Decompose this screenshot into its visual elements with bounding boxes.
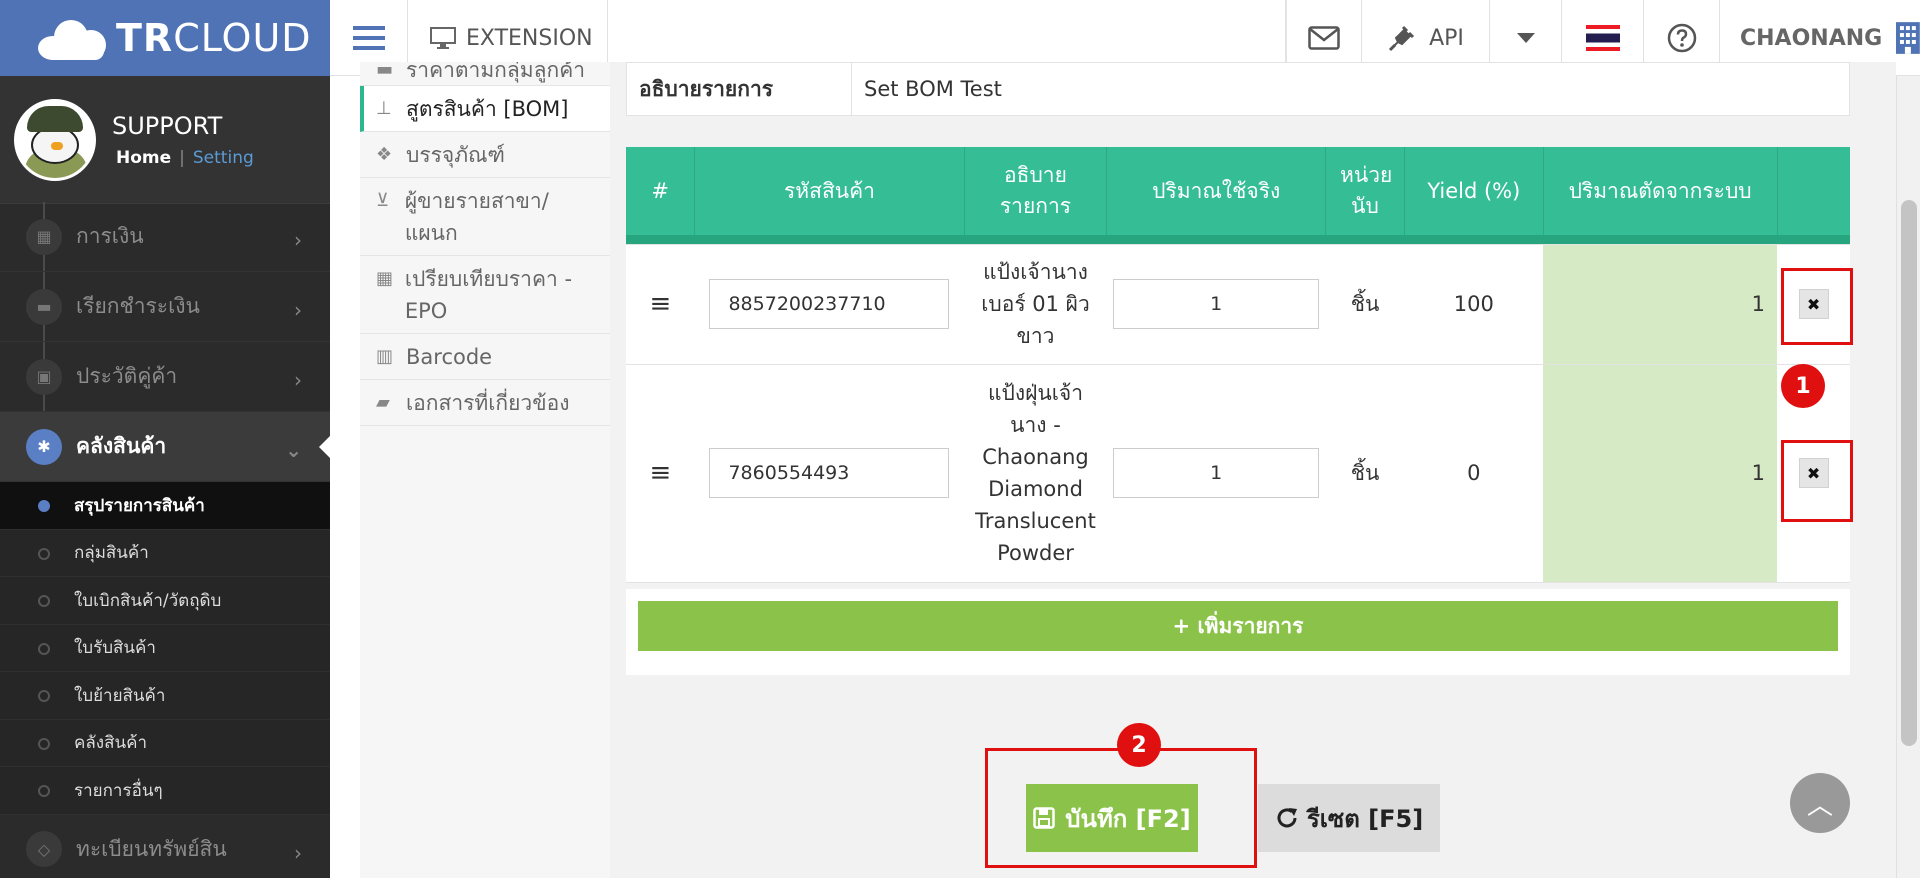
- question-circle-icon: [1667, 23, 1696, 53]
- yield-cell: 0: [1404, 364, 1544, 583]
- sidebar-subitem[interactable]: ใบย้ายสินค้า: [0, 672, 330, 720]
- setting-link[interactable]: Setting: [193, 148, 254, 168]
- subnav-item-barcode[interactable]: ▥ Barcode: [360, 334, 610, 380]
- sidebar-subitem[interactable]: ใบเบิกสินค้า/วัตถุดิบ: [0, 577, 330, 625]
- monitor-icon: [430, 27, 456, 49]
- table-row: ≡ แป้งฝุ่นเจ้านาง - Chaonang Diamond Tra…: [626, 364, 1850, 583]
- building-icon: [1896, 22, 1920, 54]
- dropbox-icon: ❖: [376, 144, 393, 165]
- sidebar-item-billing[interactable]: ▬ เรียกชำระเงิน ›: [0, 272, 330, 342]
- description-label: อธิบายรายการ: [627, 63, 852, 115]
- column-header: ปริมาณใช้จริง: [1106, 147, 1327, 235]
- diamond-icon: ◇: [26, 831, 62, 867]
- sidebar-subitem[interactable]: รายการอื่นๆ: [0, 767, 330, 815]
- credit-card-icon: ▬: [26, 288, 62, 325]
- drag-handle-icon[interactable]: ≡: [650, 458, 672, 488]
- sidebar-subitem[interactable]: สรุปรายการสินค้า: [0, 482, 330, 530]
- system-cut-cell: 1: [1543, 364, 1778, 583]
- chevron-right-icon: ›: [294, 228, 302, 252]
- system-cut-cell: 1: [1543, 244, 1778, 365]
- sidebar-item-finance[interactable]: ▦ การเงิน ›: [0, 202, 330, 272]
- description-value: Set BOM Test: [864, 77, 1002, 101]
- brand-logo[interactable]: TRCLOUD: [0, 0, 330, 76]
- sidebar-subitem[interactable]: ใบรับสินค้า: [0, 624, 330, 672]
- refresh-icon: [1277, 808, 1297, 828]
- caret-down-icon: [1516, 33, 1535, 43]
- sidebar-subitem[interactable]: คลังสินค้า: [0, 719, 330, 767]
- folder-icon: ▰: [376, 392, 390, 413]
- sidebar-item-partners[interactable]: ▣ ประวัติคู่ค้า ›: [0, 342, 330, 412]
- annotation-box-delete-2: [1781, 440, 1853, 522]
- home-link[interactable]: Home: [116, 148, 171, 168]
- calendar-icon: ▦: [26, 218, 62, 255]
- unit-cell: ชิ้น: [1325, 364, 1405, 583]
- chevron-up-icon: ︿: [1806, 790, 1833, 821]
- sidebar: TRCLOUD SUPPORT Home | Setting ▦ การเงิน ›…: [0, 0, 330, 878]
- column-header: หน่วยนับ: [1325, 147, 1405, 235]
- contact-book-icon: ▣: [26, 358, 62, 395]
- add-row-area: + เพิ่มรายการ: [626, 589, 1850, 675]
- chevron-right-icon: ›: [294, 368, 302, 392]
- reset-button[interactable]: รีเซต [F5]: [1258, 784, 1440, 852]
- actual-quantity-input[interactable]: [1113, 279, 1320, 329]
- column-header: รหัสสินค้า: [694, 147, 965, 235]
- add-item-button[interactable]: + เพิ่มรายการ: [638, 601, 1838, 651]
- column-header-actions: [1777, 147, 1850, 235]
- column-header: ปริมาณตัดจากระบบ: [1543, 147, 1778, 235]
- subnav-item-price-compare[interactable]: ▦ เปรียบเทียบราคา - EPO: [360, 256, 610, 334]
- cart-icon: ⊻: [376, 190, 390, 211]
- envelope-icon: [1308, 26, 1340, 50]
- item-description: แป้งฝุ่นเจ้านาง - Chaonang Diamond Trans…: [964, 364, 1107, 583]
- table-row: ≡ แป้งเจ้านาง เบอร์ 01 ผิวขาว ชิ้น 100 1…: [626, 244, 1850, 365]
- plug-icon: [1389, 25, 1415, 52]
- user-role: SUPPORT: [112, 111, 223, 140]
- product-code-input[interactable]: [709, 279, 950, 329]
- drag-handle-icon[interactable]: ≡: [650, 289, 672, 319]
- subnav-item-documents[interactable]: ▰ เอกสารที่เกี่ยวข้อง: [360, 380, 610, 426]
- barcode-icon: ▥: [376, 346, 394, 367]
- column-header: Yield (%): [1404, 147, 1544, 235]
- avatar[interactable]: [14, 98, 96, 181]
- product-tabs-nav: ▬ ราคาตามกลุ่มลูกค้า ⊥ สูตรสินค้า [BOM] ❖ บ…: [360, 62, 610, 878]
- description-row: อธิบายรายการ Set BOM Test: [626, 62, 1850, 116]
- subnav-item-price-group[interactable]: ▬ ราคาตามกลุ่มลูกค้า: [360, 62, 610, 86]
- user-profile: SUPPORT Home | Setting: [0, 76, 330, 204]
- annotation-number-2: 2: [1117, 723, 1161, 767]
- chevron-right-icon: ›: [294, 840, 302, 865]
- sidebar-subitem[interactable]: กลุ่มสินค้า: [0, 529, 330, 577]
- chevron-right-icon: ›: [294, 298, 302, 322]
- scroll-thumb[interactable]: [1901, 200, 1917, 746]
- sidebar-item-warehouse[interactable]: ✱ คลังสินค้า ⌄: [0, 412, 330, 482]
- column-header: #: [626, 147, 696, 235]
- sidebar-item-assets[interactable]: ◇ ทะเบียนทรัพย์สิน ›: [0, 815, 330, 878]
- annotation-box-delete-1: [1781, 268, 1853, 345]
- annotation-box-save: [985, 748, 1257, 868]
- thai-flag-icon: [1585, 25, 1620, 51]
- item-description: แป้งเจ้านาง เบอร์ 01 ผิวขาว: [964, 244, 1107, 365]
- chevron-down-icon: ⌄: [285, 438, 302, 462]
- hamburger-icon: [352, 26, 385, 50]
- subnav-item-vendor-branch[interactable]: ⊻ ผู้ขายรายสาขา/แผนก: [360, 178, 610, 256]
- unit-cell: ชิ้น: [1325, 244, 1405, 365]
- actual-quantity-input[interactable]: [1113, 448, 1320, 498]
- brand-name: TRCLOUD: [116, 16, 312, 60]
- table-icon: ▦: [376, 268, 394, 289]
- product-code-input[interactable]: [709, 448, 950, 498]
- subnav-item-packaging[interactable]: ❖ บรรจุภัณฑ์: [360, 132, 610, 178]
- tag-icon: ▬: [376, 62, 394, 80]
- bom-table: # รหัสสินค้า อธิบายรายการ ปริมาณใช้จริง …: [626, 147, 1850, 583]
- column-header: อธิบายรายการ: [964, 147, 1108, 235]
- cubes-icon: ✱: [26, 428, 62, 465]
- vertical-scrollbar[interactable]: [1896, 76, 1920, 878]
- cloud-icon: [38, 16, 110, 60]
- scroll-to-top-button[interactable]: ︿: [1790, 773, 1850, 833]
- annotation-number-1: 1: [1781, 364, 1825, 408]
- sitemap-icon: ⊥: [376, 98, 392, 119]
- subnav-item-bom[interactable]: ⊥ สูตรสินค้า [BOM]: [360, 86, 610, 132]
- yield-cell: 100: [1404, 244, 1544, 365]
